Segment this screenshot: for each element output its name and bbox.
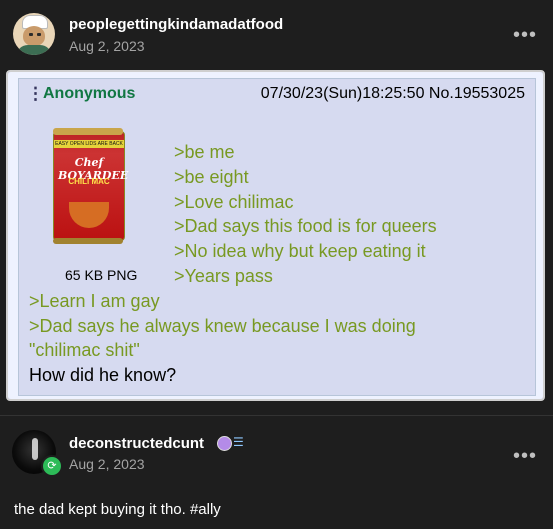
more-options-button[interactable]: •••: [513, 25, 537, 45]
anon-name: Anonymous: [43, 85, 136, 102]
post-meta: 07/30/23(Sun)18:25:50 No.19553025: [260, 85, 525, 102]
can-label: CHILI MAC: [68, 177, 110, 186]
greentext-line: "chilimac shit": [29, 340, 140, 360]
stack-badge-icon[interactable]: ☰: [233, 435, 244, 449]
post-date[interactable]: Aug 2, 2023: [69, 38, 145, 54]
eye-icon: [29, 33, 33, 36]
post-date[interactable]: Aug 2, 2023: [69, 456, 145, 472]
avatar[interactable]: [13, 13, 55, 55]
post-header: peoplegettingkindamadatfood Aug 2, 2023 …: [0, 0, 553, 70]
face-icon: [23, 26, 45, 46]
reply-text: the dad kept buying it tho. #ally: [14, 501, 221, 518]
greentext-line: >No idea why but keep eating it: [174, 241, 426, 261]
vertical-ellipsis-icon: ⋮: [27, 84, 44, 103]
can-icon: EASY OPEN LIDS ARE BACK Chef BOYARDEE CH…: [53, 128, 128, 244]
post-divider: [0, 415, 553, 416]
greentext-image: ⋮ Anonymous 07/30/23(Sun)18:25:50 No.195…: [6, 70, 545, 401]
greentext-line: >be me: [174, 142, 235, 162]
greentext-line: >Dad says this food is for queers: [174, 216, 437, 236]
reblog-icon: ⟳: [41, 455, 63, 477]
username[interactable]: deconstructedcunt: [69, 435, 204, 452]
post-head-row: ⋮ Anonymous 07/30/23(Sun)18:25:50 No.195…: [19, 79, 535, 109]
post-box: ⋮ Anonymous 07/30/23(Sun)18:25:50 No.195…: [18, 78, 536, 396]
greentext-line: >Years pass: [174, 266, 273, 286]
eye-icon: [37, 33, 41, 36]
greentext-line: >Learn I am gay: [29, 291, 160, 311]
greentext-line: >Love chilimac: [174, 192, 294, 212]
username[interactable]: peoplegettingkindamadatfood: [69, 16, 283, 33]
file-size: 65 KB PNG: [65, 267, 138, 283]
can-band: EASY OPEN LIDS ARE BACK: [54, 140, 124, 148]
more-options-button[interactable]: •••: [513, 446, 537, 466]
greentext-line: >be eight: [174, 167, 249, 187]
profile-badge-icon[interactable]: [217, 436, 232, 451]
glow-icon: [32, 438, 38, 460]
can-rim-bottom: [53, 238, 123, 244]
greentext-line: >Dad says he always knew because I was d…: [29, 316, 416, 336]
bowl-icon: [69, 202, 109, 228]
shirt-icon: [16, 45, 52, 55]
chili-mac-can-image: EASY OPEN LIDS ARE BACK Chef BOYARDEE CH…: [41, 127, 135, 249]
can-rim: [53, 128, 123, 135]
final-line: How did he know?: [29, 365, 177, 385]
